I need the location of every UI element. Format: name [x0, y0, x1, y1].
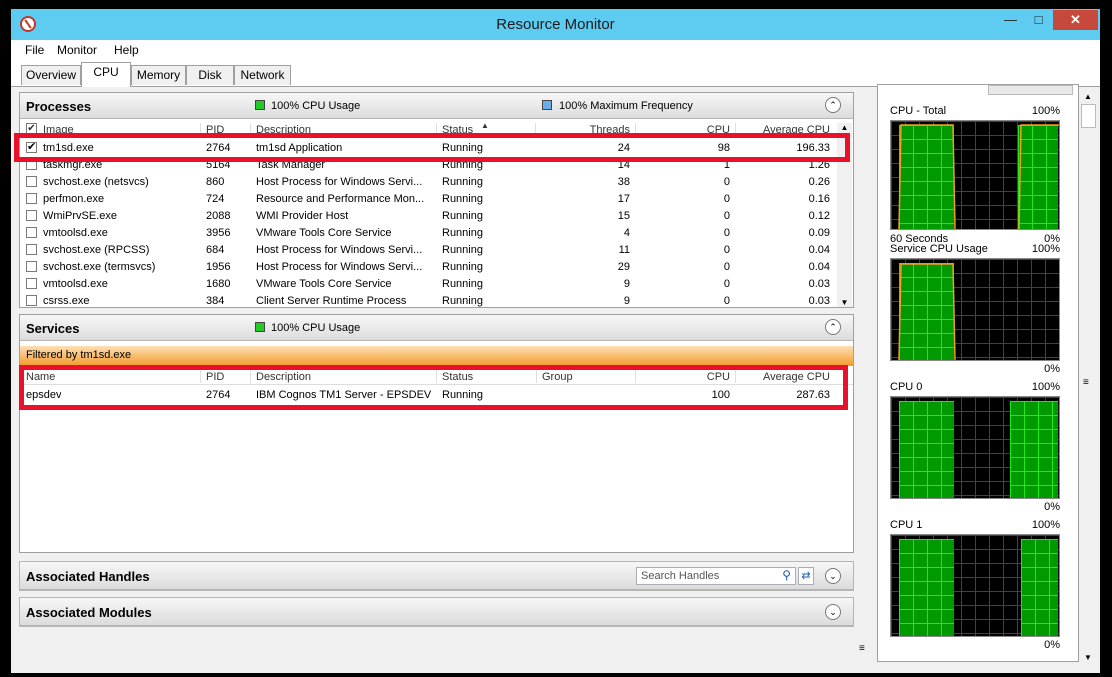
processes-header[interactable]: Processes 100% CPU Usage 100% Maximum Fr… [20, 93, 853, 119]
scroll-down-icon[interactable]: ▼ [1079, 653, 1097, 662]
minimize-button[interactable]: — [997, 10, 1024, 30]
graph-scrollbar[interactable]: ▲ ≡ ▼ [1079, 92, 1097, 662]
graph-label: CPU - Total [890, 105, 947, 117]
row-checkbox[interactable] [26, 278, 37, 289]
graph-panel: CPU - Total 100% 60 Seconds 0% Service C… [877, 84, 1079, 662]
filter-bar: Filtered by tm1sd.exe [20, 346, 853, 366]
splitter-grip-icon[interactable]: ≡ [859, 643, 865, 654]
associated-handles-title: Associated Handles [26, 569, 150, 584]
services-pane: Services 100% CPU Usage ⌃ Filtered by tm… [19, 314, 854, 553]
graph-max: 100% [1031, 243, 1060, 255]
table-row[interactable]: svchost.exe (termsvcs) 1956 Host Process… [20, 259, 853, 276]
expand-handles-icon[interactable]: ⌄ [825, 568, 841, 584]
graph-min: 0% [1044, 639, 1060, 651]
search-handles-placeholder: Search Handles [641, 570, 720, 582]
graph-label: CPU 0 [890, 381, 923, 393]
associated-modules-header[interactable]: Associated Modules ⌄ [20, 598, 853, 626]
row-checkbox[interactable] [26, 261, 37, 272]
menu-file[interactable]: File [25, 43, 44, 57]
sort-ascending-icon: ▲ [481, 121, 489, 130]
tab-network[interactable]: Network [234, 65, 291, 85]
row-checkbox[interactable] [26, 193, 37, 204]
close-button[interactable]: ✕ [1053, 10, 1098, 30]
table-row[interactable]: WmiPrvSE.exe 2088 WMI Provider Host Runn… [20, 208, 853, 225]
graph-max: 100% [1031, 105, 1060, 117]
table-row[interactable]: vmtoolsd.exe 1680 VMware Tools Core Serv… [20, 276, 853, 293]
max-frequency-legend: 100% Maximum Frequency [559, 100, 693, 112]
graph-canvas [890, 534, 1060, 637]
associated-handles-pane: Associated Handles Search Handles ⚲ ⇄ ⌄ [19, 561, 854, 591]
tab-memory[interactable]: Memory [131, 65, 186, 85]
search-handles-input[interactable]: Search Handles ⚲ [636, 567, 796, 585]
highlight-tm1sd-process [14, 133, 850, 162]
scroll-up-icon[interactable]: ▲ [1079, 92, 1097, 101]
cpu-total-graph: CPU - Total 100% 60 Seconds 0% [890, 105, 1060, 245]
tab-overview[interactable]: Overview [21, 65, 81, 85]
menu-help[interactable]: Help [114, 43, 139, 57]
row-checkbox[interactable] [26, 227, 37, 238]
table-row[interactable]: svchost.exe (RPCSS) 684 Host Process for… [20, 242, 853, 259]
services-header[interactable]: Services 100% CPU Usage ⌃ [20, 315, 853, 341]
cpu-1-graph: CPU 1 100% 0% [890, 519, 1060, 659]
maximize-button[interactable]: □ [1025, 10, 1052, 30]
resource-monitor-window: Resource Monitor — □ ✕ File Monitor Help… [11, 9, 1100, 673]
graph-label: Service CPU Usage [890, 243, 988, 255]
associated-modules-pane: Associated Modules ⌄ [19, 597, 854, 627]
table-row[interactable]: csrss.exe 384 Client Server Runtime Proc… [20, 293, 853, 307]
cpu-usage-legend-swatch [255, 100, 265, 110]
scroll-down-icon[interactable]: ▼ [837, 298, 852, 307]
associated-modules-title: Associated Modules [26, 605, 152, 620]
table-row[interactable]: vmtoolsd.exe 3956 VMware Tools Core Serv… [20, 225, 853, 242]
processes-pane: Processes 100% CPU Usage 100% Maximum Fr… [19, 92, 854, 308]
cpu-0-graph: CPU 0 100% 0% [890, 381, 1060, 521]
associated-handles-header[interactable]: Associated Handles Search Handles ⚲ ⇄ ⌄ [20, 562, 853, 590]
graph-canvas [890, 258, 1060, 361]
service-cpu-usage-graph: Service CPU Usage 100% 0% [890, 243, 1060, 383]
graph-canvas [890, 396, 1060, 499]
graph-canvas [890, 120, 1060, 230]
processes-title: Processes [26, 99, 92, 114]
title-bar[interactable]: Resource Monitor — □ ✕ [11, 9, 1100, 40]
menu-bar: File Monitor Help [11, 40, 1100, 62]
graph-max: 100% [1031, 381, 1060, 393]
collapse-services-icon[interactable]: ⌃ [825, 319, 841, 335]
refresh-search-icon[interactable]: ⇄ [798, 567, 814, 585]
search-icon[interactable]: ⚲ [782, 568, 791, 582]
filter-label: Filtered by tm1sd.exe [26, 349, 132, 361]
row-checkbox[interactable] [26, 176, 37, 187]
expand-modules-icon[interactable]: ⌄ [825, 604, 841, 620]
scroll-up-icon[interactable]: ▲ [837, 123, 852, 132]
table-row[interactable]: svchost.exe (netsvcs) 860 Host Process f… [20, 174, 853, 191]
cpu-usage-legend: 100% CPU Usage [271, 100, 361, 112]
service-cpu-legend: 100% CPU Usage [271, 322, 361, 334]
services-title: Services [26, 321, 80, 336]
tab-disk[interactable]: Disk [186, 65, 234, 85]
tab-cpu[interactable]: CPU [81, 62, 131, 87]
service-cpu-legend-swatch [255, 322, 265, 332]
graph-max: 100% [1031, 519, 1060, 531]
table-row[interactable]: perfmon.exe 724 Resource and Performance… [20, 191, 853, 208]
graph-min: 0% [1044, 363, 1060, 375]
row-checkbox[interactable] [26, 244, 37, 255]
menu-monitor[interactable]: Monitor [57, 43, 97, 57]
pane-splitter[interactable]: ≡ [857, 92, 871, 662]
graph-min: 0% [1044, 501, 1060, 513]
splitter-grip-icon[interactable]: ≡ [1083, 377, 1089, 388]
max-frequency-legend-swatch [542, 100, 552, 110]
highlight-epsdev-service [19, 365, 848, 410]
views-dropdown[interactable] [988, 85, 1073, 95]
graph-label: CPU 1 [890, 519, 923, 531]
row-checkbox[interactable] [26, 210, 37, 221]
row-checkbox[interactable] [26, 295, 37, 306]
collapse-processes-icon[interactable]: ⌃ [825, 97, 841, 113]
window-title: Resource Monitor [496, 16, 615, 33]
scroll-thumb[interactable] [1081, 104, 1096, 128]
